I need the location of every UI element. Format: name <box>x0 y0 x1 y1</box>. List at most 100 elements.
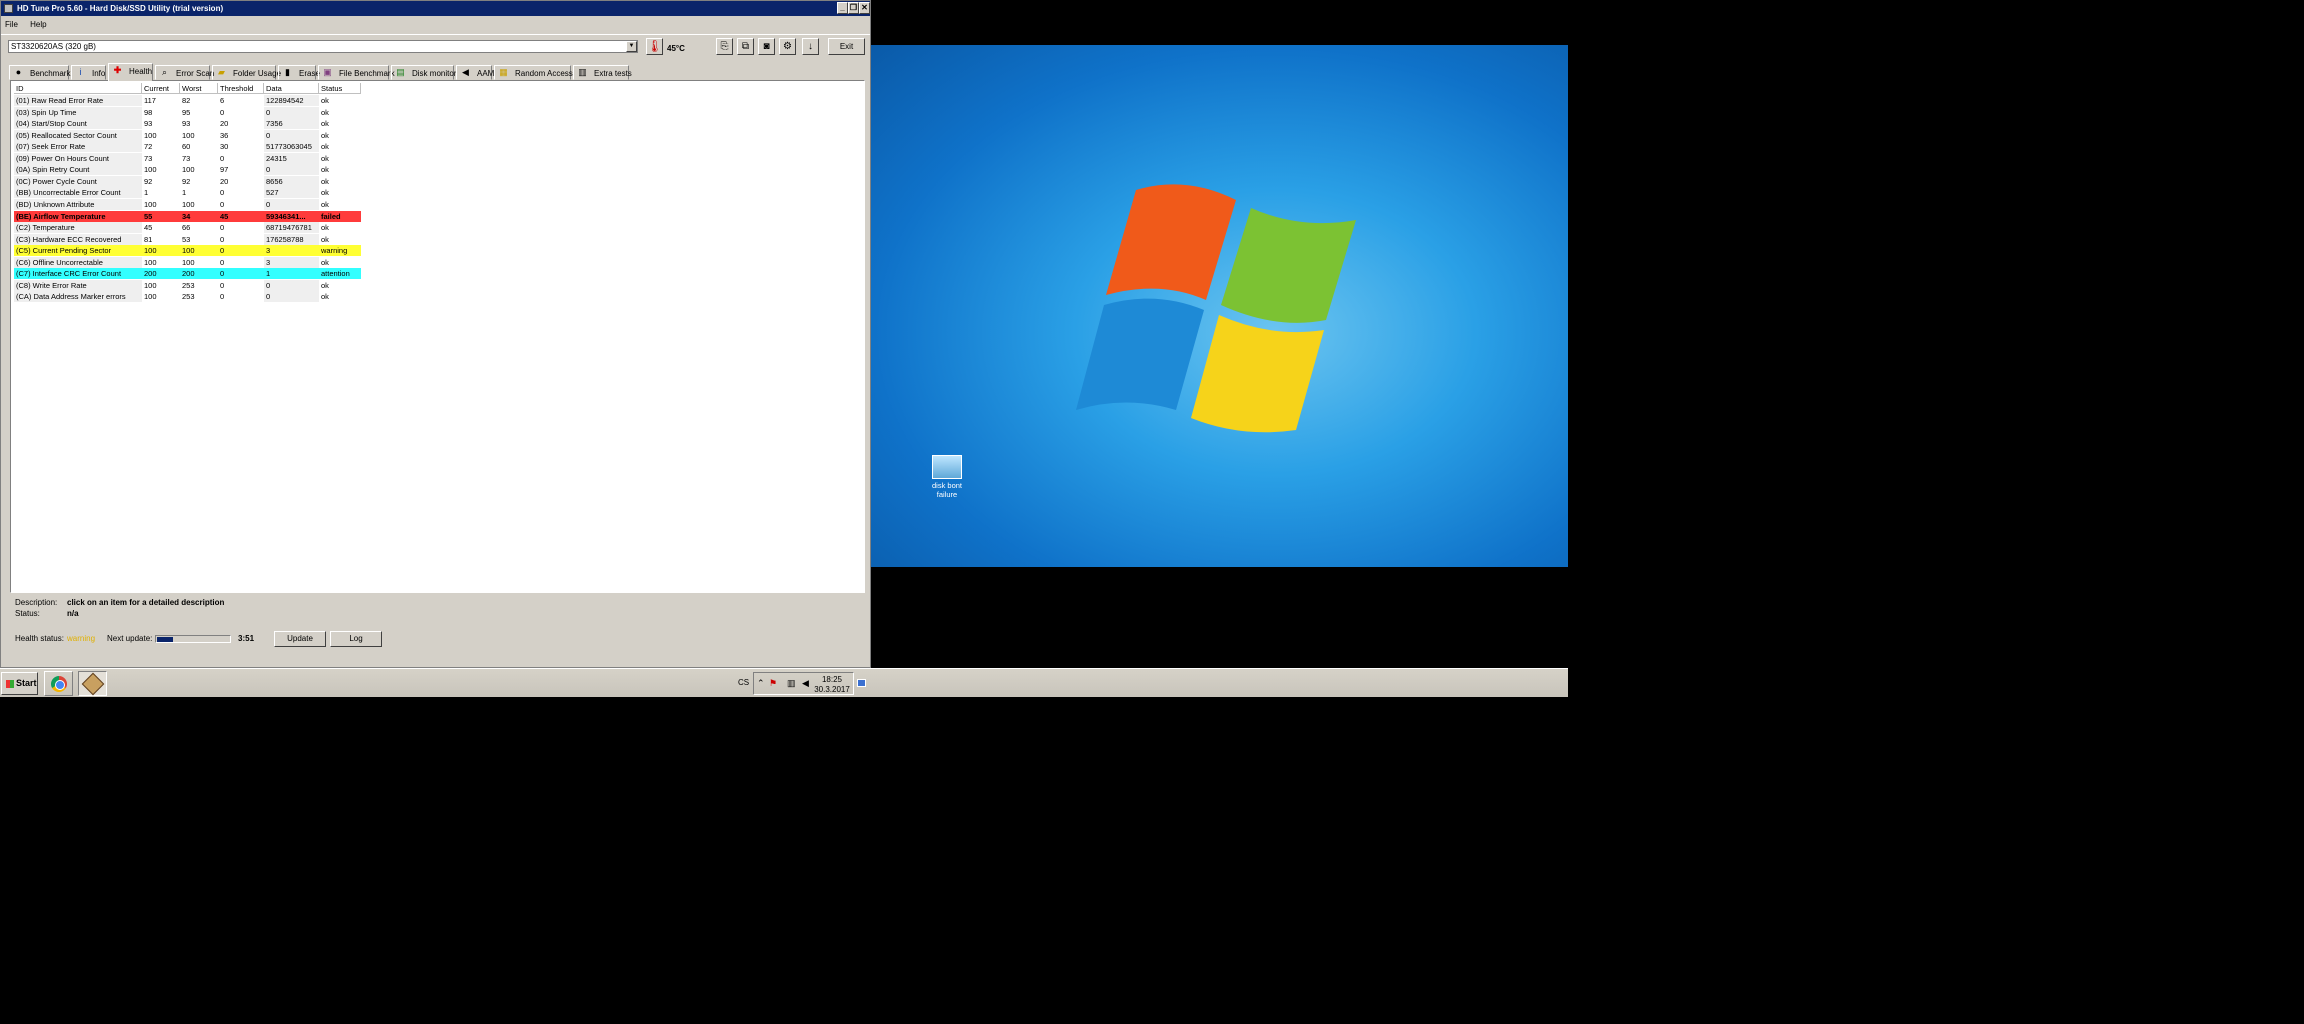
column-header[interactable]: ID <box>14 83 142 94</box>
table-row[interactable]: (BD) Unknown Attribute 100 100 0 0 ok <box>14 198 361 210</box>
show-desktop-button[interactable] <box>857 679 866 687</box>
erase-icon: ▮ <box>285 67 290 77</box>
table-row[interactable]: (C8) Write Error Rate 100 253 0 0 ok <box>14 279 361 291</box>
menu-file[interactable]: File <box>5 20 18 29</box>
tab-health[interactable]: ✚ Health <box>108 63 153 81</box>
thermometer-icon[interactable]: 🌡 <box>646 38 663 55</box>
tab-benchmark[interactable]: ● Benchmark <box>9 65 70 80</box>
table-row[interactable]: (C5) Current Pending Sector 100 100 0 3 warni… <box>14 245 361 257</box>
table-cell-threshold: 20 <box>220 176 229 186</box>
tab-random-access[interactable]: ▦ Random Access <box>494 65 573 80</box>
table-row[interactable]: (09) Power On Hours Count 73 73 0 24315 ok <box>14 152 361 164</box>
table-cell-id: (0C) Power Cycle Count <box>14 175 142 187</box>
options-icon[interactable]: ⚙ <box>779 38 796 55</box>
update-button[interactable]: Update <box>274 631 326 647</box>
table-cell-worst: 100 <box>182 199 195 209</box>
clock[interactable]: 18:25 30.3.2017 <box>812 675 852 695</box>
action-center-icon[interactable]: ⚑ <box>769 678 777 689</box>
table-row[interactable]: (BE) Airflow Temperature 55 34 45 59346341..… <box>14 210 361 222</box>
table-row[interactable]: (01) Raw Read Error Rate 117 82 6 122894542 o… <box>14 95 361 106</box>
disk-monitor-icon: ▤ <box>396 67 405 77</box>
chevron-up-icon[interactable]: ⌃ <box>757 678 765 689</box>
tab-erase[interactable]: ▮ Erase <box>278 65 320 80</box>
column-header[interactable]: Status <box>319 83 361 94</box>
start-button[interactable]: Start <box>1 672 38 695</box>
health-panel: ID Current Worst Threshold Data Status (01) Ra… <box>10 80 865 593</box>
table-cell-data: 0 <box>264 198 319 210</box>
table-cell-threshold: 0 <box>220 188 225 198</box>
tab-file-benchmark[interactable]: ▣ File Benchmark <box>318 65 395 80</box>
table-row[interactable]: (04) Start/Stop Count 93 93 20 7356 ok <box>14 118 361 130</box>
title-bar[interactable]: HD Tune Pro 5.60 - Hard Disk/SSD Utility… <box>1 1 870 16</box>
volume-icon[interactable]: ◀ <box>802 678 809 689</box>
close-button[interactable]: ✕ <box>859 2 870 14</box>
table-cell-id: (01) Raw Read Error Rate <box>14 95 142 106</box>
save-icon[interactable]: ↓ <box>802 38 819 55</box>
network-icon[interactable]: ▥ <box>787 678 796 689</box>
table-cell-worst: 200 <box>180 268 218 280</box>
table-cell-threshold: 45 <box>218 210 264 222</box>
windows-flag-icon <box>6 679 14 688</box>
maximize-button[interactable]: ❐ <box>848 2 859 14</box>
table-cell-id: (07) Seek Error Rate <box>14 141 142 153</box>
table-row[interactable]: (C2) Temperature 45 66 0 68719476781 ok <box>14 222 361 234</box>
countdown: 3:51 <box>238 634 255 643</box>
copy-text-icon[interactable]: ⎘ <box>716 38 733 55</box>
tab-info[interactable]: i Info <box>71 65 106 80</box>
column-header[interactable]: Threshold <box>218 83 264 94</box>
tab-folder-usage[interactable]: ▰ Folder Usage <box>212 65 281 80</box>
tab-error-scan[interactable]: ⌕ Error Scan <box>155 65 214 80</box>
folder-icon: ▰ <box>218 67 225 77</box>
tab-extra-tests[interactable]: ▥ Extra tests <box>573 65 632 80</box>
table-row[interactable]: (C6) Offline Uncorrectable 100 100 0 3 ok <box>14 256 361 268</box>
exit-button[interactable]: Exit <box>828 38 865 55</box>
minimize-button[interactable]: _ <box>837 2 848 14</box>
table-cell-status: ok <box>321 142 329 152</box>
tab-aam[interactable]: ◀ AAM <box>456 65 494 80</box>
table-cell-current: 92 <box>144 176 153 186</box>
copy-screenshot-icon[interactable]: ⧉ <box>737 38 754 55</box>
table-cell-data: 0 <box>264 129 319 141</box>
camera-icon[interactable]: ◙ <box>758 38 775 55</box>
column-header[interactable]: Current <box>142 83 180 94</box>
table-row[interactable]: (05) Reallocated Sector Count 100 100 36 0 ok <box>14 129 361 141</box>
column-header[interactable]: Data <box>264 83 319 94</box>
next-update-progress <box>155 635 231 643</box>
menu-help[interactable]: Help <box>30 20 46 29</box>
image-file-icon <box>932 455 962 479</box>
table-cell-status: attention <box>319 268 361 280</box>
taskbar-chrome[interactable] <box>44 671 73 696</box>
table-row[interactable]: (0C) Power Cycle Count 92 92 20 8656 ok <box>14 175 361 187</box>
drive-select[interactable]: ST3320620AS (320 gB) ▼ <box>8 40 638 53</box>
table-cell-status: ok <box>321 107 329 117</box>
tab-disk-monitor[interactable]: ▤ Disk monitor <box>391 65 456 80</box>
logo-green-pane <box>1221 208 1356 323</box>
taskbar-hd-tune[interactable] <box>78 671 107 696</box>
table-cell-current: 73 <box>144 153 153 163</box>
table-row[interactable]: (CA) Data Address Marker errors 100 253 0 0 o… <box>14 291 361 303</box>
language-indicator[interactable]: CS <box>738 678 749 687</box>
taskbar: Start CS ⌃ ⚑ ▥ ◀ 18:25 30.3.2017 <box>0 668 1568 697</box>
desktop-shortcut-label: disk bont failure <box>931 481 963 499</box>
table-cell-status: warning <box>319 245 361 257</box>
log-button[interactable]: Log <box>330 631 382 647</box>
table-row[interactable]: (C3) Hardware ECC Recovered 81 53 0 17625878… <box>14 233 361 245</box>
table-row[interactable]: (0A) Spin Retry Count 100 100 97 0 ok <box>14 164 361 176</box>
table-cell-worst: 253 <box>182 280 195 290</box>
table-cell-threshold: 20 <box>220 119 229 129</box>
chevron-down-icon[interactable]: ▼ <box>626 41 637 52</box>
table-row[interactable]: (03) Spin Up Time 98 95 0 0 ok <box>14 106 361 118</box>
table-cell-status: ok <box>321 292 329 302</box>
table-cell-worst: 100 <box>180 245 218 257</box>
desktop-shortcut[interactable]: disk bont failure <box>922 455 972 499</box>
table-cell-status: ok <box>321 119 329 129</box>
table-cell-id: (04) Start/Stop Count <box>14 118 142 130</box>
table-row[interactable]: (BB) Uncorrectable Error Count 1 1 0 527 ok <box>14 187 361 199</box>
table-row[interactable]: (C7) Interface CRC Error Count 200 200 0 1 at… <box>14 268 361 280</box>
table-cell-current: 200 <box>142 268 180 280</box>
table-cell-threshold: 36 <box>220 130 229 140</box>
column-header[interactable]: Worst <box>180 83 218 94</box>
table-row[interactable]: (07) Seek Error Rate 72 60 30 51773063045 ok <box>14 141 361 153</box>
table-cell-threshold: 0 <box>220 234 225 244</box>
drive-select-value: ST3320620AS (320 gB) <box>11 42 96 51</box>
